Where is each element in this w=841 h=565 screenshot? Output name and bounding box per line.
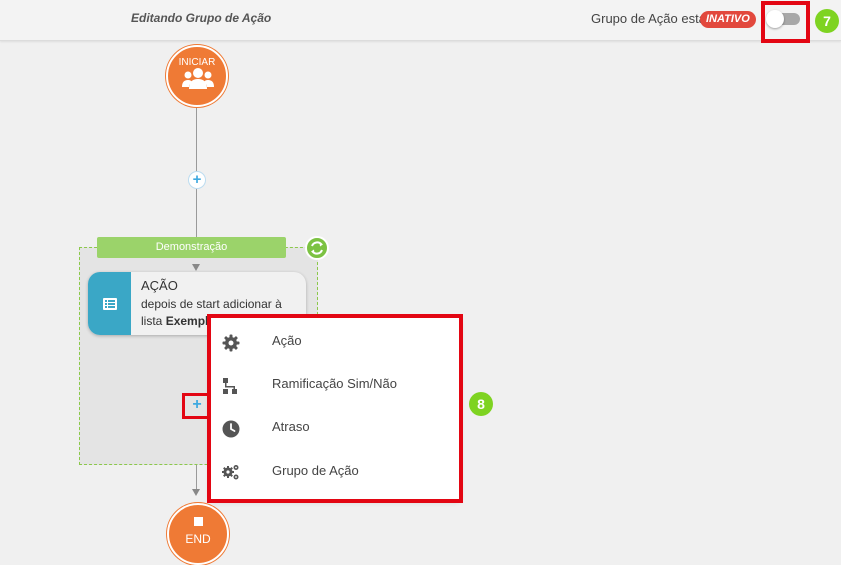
- start-node[interactable]: INICIAR: [166, 45, 228, 107]
- connector-line: [196, 107, 197, 172]
- action-title: AÇÃO: [141, 278, 178, 293]
- end-node[interactable]: END: [167, 503, 229, 565]
- action-card-icon-panel: [88, 272, 131, 335]
- action-desc-line1: depois de start adicionar à: [141, 297, 282, 311]
- refresh-icon[interactable]: [305, 236, 329, 260]
- add-button-highlight-box: [182, 393, 210, 419]
- group-name-tag[interactable]: Demonstração: [97, 237, 286, 258]
- add-step-button[interactable]: +: [188, 171, 206, 189]
- status-label: Grupo de Ação está: [591, 11, 706, 26]
- flow-arrow: [192, 264, 200, 271]
- flow-arrow: [192, 489, 200, 496]
- end-label: END: [185, 532, 211, 546]
- toggle-highlight-box: [761, 1, 810, 43]
- top-bar: Editando Grupo de Ação Grupo de Ação est…: [0, 0, 841, 41]
- stop-icon: [194, 517, 203, 526]
- action-desc-list-name: Exempl: [165, 314, 209, 328]
- users-icon: [182, 68, 214, 89]
- page-title: Editando Grupo de Ação: [131, 11, 272, 25]
- step-badge-8: 8: [469, 392, 493, 416]
- step-badge-7: 7: [815, 9, 839, 33]
- status-badge: INATIVO: [700, 11, 756, 28]
- action-desc-prefix: lista: [141, 314, 166, 328]
- list-icon: [103, 298, 117, 310]
- menu-highlight-box: [207, 314, 463, 503]
